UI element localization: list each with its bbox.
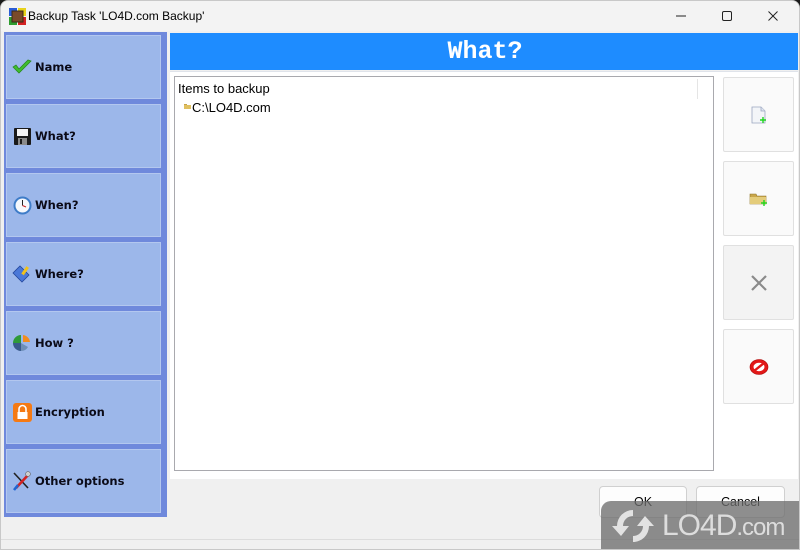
list-item-label: C:\LO4D.com xyxy=(192,100,271,115)
sidebar-item-name[interactable]: Name xyxy=(6,35,161,99)
section-header: What? xyxy=(170,33,798,70)
add-file-button[interactable] xyxy=(723,77,794,152)
sidebar-item-label: How ? xyxy=(35,336,74,350)
sidebar-item-label: What? xyxy=(35,129,76,143)
sidebar-item-label: Where? xyxy=(35,267,84,281)
minimize-button[interactable] xyxy=(658,1,704,31)
minimize-icon xyxy=(676,15,686,17)
floppy-disk-icon xyxy=(12,126,32,146)
title-bar: Backup Task 'LO4D.com Backup' xyxy=(1,1,799,31)
add-file-icon xyxy=(751,106,766,123)
sidebar-item-where[interactable]: Where? xyxy=(6,242,161,306)
watermark-text: LO4D.com xyxy=(662,509,785,543)
sidebar-item-label: Other options xyxy=(35,474,125,488)
exclude-icon xyxy=(749,358,768,375)
watermark-suffix: .com xyxy=(736,514,785,541)
exclude-button[interactable] xyxy=(723,329,794,404)
watermark-logo-icon xyxy=(612,510,654,542)
app-icon xyxy=(9,8,26,25)
sidebar-item-label: Name xyxy=(35,60,73,74)
tools-icon xyxy=(12,471,32,491)
folder-icon xyxy=(184,104,191,109)
column-divider[interactable] xyxy=(697,79,698,99)
watermark-main: LO4D xyxy=(662,509,737,542)
drive-icon xyxy=(12,264,32,284)
maximize-button[interactable] xyxy=(704,1,750,31)
sidebar-item-when[interactable]: When? xyxy=(6,173,161,237)
remove-button[interactable] xyxy=(723,245,794,320)
sidebar-item-other-options[interactable]: Other options xyxy=(6,449,161,513)
watermark: LO4D.com xyxy=(601,501,799,549)
maximize-icon xyxy=(722,11,732,21)
lock-icon xyxy=(12,402,32,422)
pie-chart-icon xyxy=(12,333,32,353)
remove-icon xyxy=(750,274,767,291)
sidebar-item-encryption[interactable]: Encryption xyxy=(6,380,161,444)
window-title: Backup Task 'LO4D.com Backup' xyxy=(28,9,205,23)
sidebar-item-what[interactable]: What? xyxy=(6,104,161,168)
list-item[interactable]: C:\LO4D.com xyxy=(184,100,271,115)
checkmark-icon xyxy=(12,57,32,77)
section-title: What? xyxy=(447,37,523,66)
column-header[interactable]: Items to backup xyxy=(178,81,270,96)
close-button[interactable] xyxy=(750,1,796,31)
close-icon xyxy=(768,11,778,21)
items-to-backup-list[interactable]: Items to backup C:\LO4D.com xyxy=(174,76,714,471)
clock-icon xyxy=(12,195,32,215)
add-folder-button[interactable] xyxy=(723,161,794,236)
add-folder-icon xyxy=(749,193,767,206)
sidebar-item-label: Encryption xyxy=(35,405,105,419)
backup-task-window: Backup Task 'LO4D.com Backup' Name What?… xyxy=(0,0,800,550)
sidebar-item-label: When? xyxy=(35,198,79,212)
sidebar-item-how[interactable]: How ? xyxy=(6,311,161,375)
